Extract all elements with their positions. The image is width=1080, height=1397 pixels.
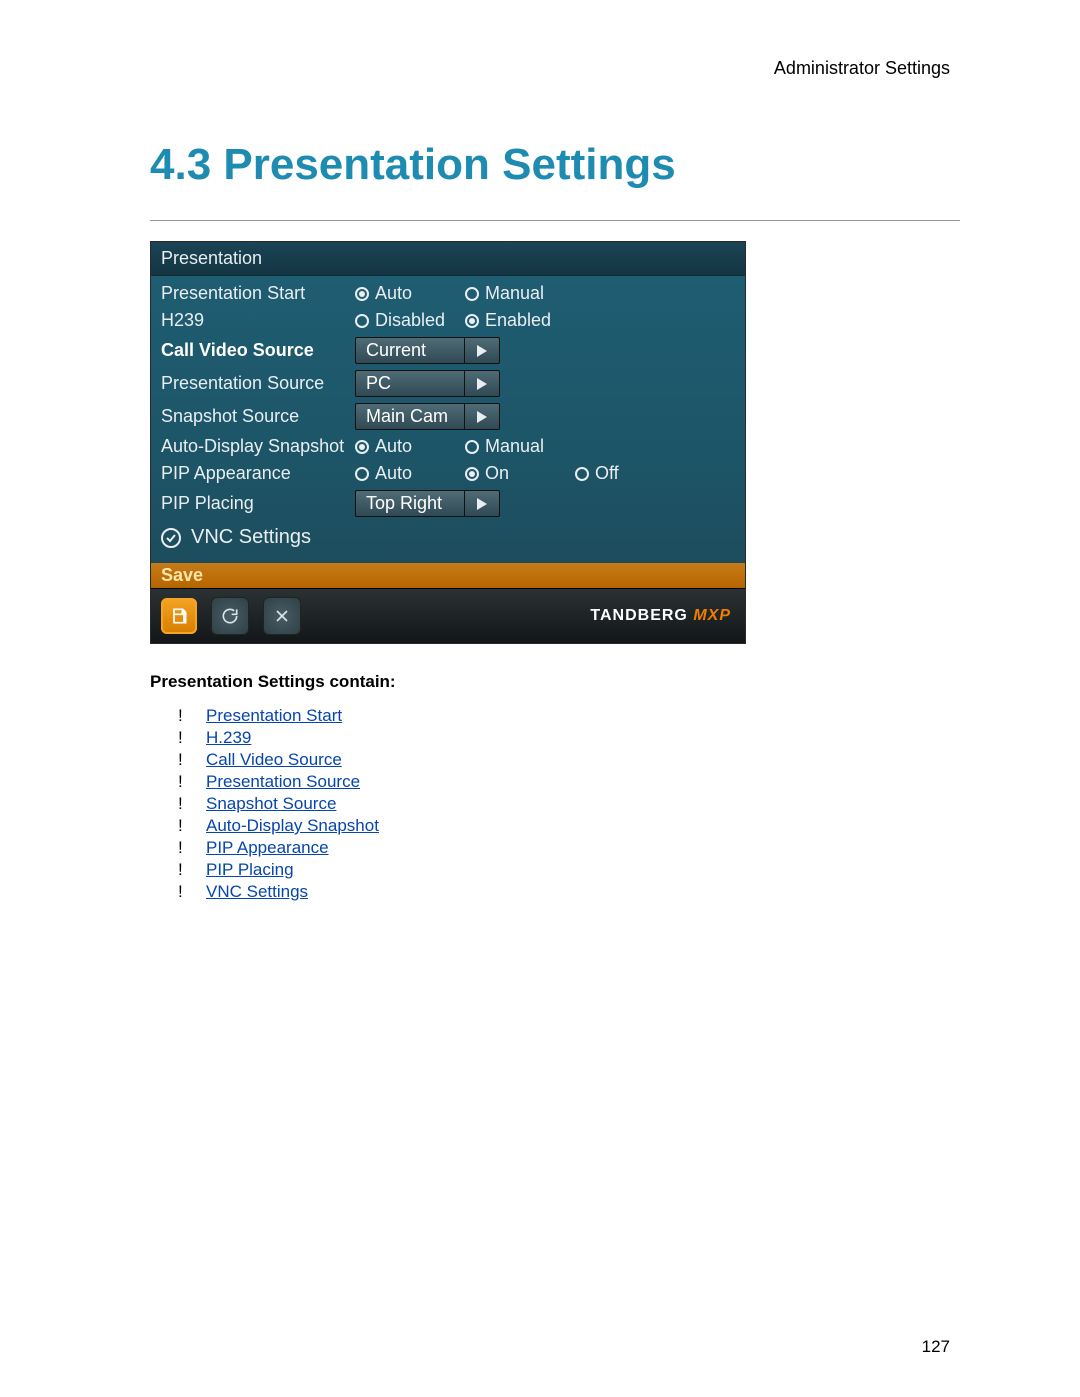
- row-auto-display-snapshot: Auto-Display Snapshot Auto Manual: [151, 433, 745, 460]
- device-screenshot: Presentation Presentation Start Auto Man…: [150, 241, 746, 644]
- section-heading: 4.3 Presentation Settings: [150, 140, 960, 190]
- dropdown-snapshot-source[interactable]: Main Cam: [355, 403, 500, 430]
- brand-logo: TANDBERG MXP: [590, 607, 731, 625]
- label-pip-placing: PIP Placing: [161, 493, 349, 514]
- radio-label: Enabled: [485, 310, 551, 331]
- label-call-video-source: Call Video Source: [161, 340, 349, 361]
- dropdown-pip-placing[interactable]: Top Right: [355, 490, 500, 517]
- save-button[interactable]: [161, 598, 197, 634]
- brand-suffix: MXP: [693, 607, 731, 624]
- row-snapshot-source: Snapshot Source Main Cam: [151, 400, 745, 433]
- row-pip-appearance: PIP Appearance Auto On Off: [151, 460, 745, 487]
- close-button[interactable]: [263, 597, 301, 635]
- chevron-right-icon: [464, 490, 500, 517]
- radio-icon: [355, 314, 369, 328]
- page-number: 127: [922, 1337, 950, 1357]
- list-item: !VNC Settings: [178, 882, 960, 902]
- list-item: !PIP Appearance: [178, 838, 960, 858]
- radio-label: Manual: [485, 283, 544, 304]
- link-auto-display-snapshot[interactable]: Auto-Display Snapshot: [206, 816, 379, 836]
- row-pip-placing: PIP Placing Top Right: [151, 487, 745, 520]
- brand-name: TANDBERG: [590, 607, 687, 624]
- device-toolbar: TANDBERG MXP: [151, 588, 745, 643]
- row-call-video-source: Call Video Source Current: [151, 334, 745, 367]
- chevron-right-icon: [464, 370, 500, 397]
- label-snapshot-source: Snapshot Source: [161, 406, 349, 427]
- radio-label: Auto: [375, 436, 412, 457]
- contains-list: !Presentation Start !H.239 !Call Video S…: [150, 706, 960, 902]
- list-item: !Auto-Display Snapshot: [178, 816, 960, 836]
- row-presentation-source: Presentation Source PC: [151, 367, 745, 400]
- radio-icon: [355, 287, 369, 301]
- refresh-button[interactable]: [211, 597, 249, 635]
- radio-label: Auto: [375, 463, 412, 484]
- label-presentation-source: Presentation Source: [161, 373, 349, 394]
- dropdown-value: Current: [355, 337, 464, 364]
- dropdown-call-video-source[interactable]: Current: [355, 337, 500, 364]
- row-presentation-start: Presentation Start Auto Manual: [151, 280, 745, 307]
- divider: [150, 220, 960, 221]
- radio-pip-appearance-auto[interactable]: Auto: [355, 463, 465, 484]
- label-h239: H239: [161, 310, 349, 331]
- list-item: !Presentation Source: [178, 772, 960, 792]
- radio-label: Manual: [485, 436, 544, 457]
- radio-icon: [355, 440, 369, 454]
- radio-label: Off: [595, 463, 619, 484]
- radio-icon: [355, 467, 369, 481]
- radio-icon: [465, 467, 479, 481]
- submenu-icon: [161, 528, 181, 548]
- radio-label: Disabled: [375, 310, 445, 331]
- link-pip-appearance[interactable]: PIP Appearance: [206, 838, 329, 858]
- list-item: !Presentation Start: [178, 706, 960, 726]
- list-item: !PIP Placing: [178, 860, 960, 880]
- radio-icon: [575, 467, 589, 481]
- radio-h239-enabled[interactable]: Enabled: [465, 310, 575, 331]
- dropdown-value: Top Right: [355, 490, 464, 517]
- radio-presentation-start-manual[interactable]: Manual: [465, 283, 575, 304]
- dropdown-value: PC: [355, 370, 464, 397]
- link-h239[interactable]: H.239: [206, 728, 251, 748]
- radio-pip-appearance-off[interactable]: Off: [575, 463, 665, 484]
- contains-heading: Presentation Settings contain:: [150, 672, 960, 692]
- radio-pip-appearance-on[interactable]: On: [465, 463, 575, 484]
- radio-auto-display-manual[interactable]: Manual: [465, 436, 575, 457]
- label-auto-display-snapshot: Auto-Display Snapshot: [161, 436, 349, 457]
- radio-icon: [465, 440, 479, 454]
- row-h239: H239 Disabled Enabled: [151, 307, 745, 334]
- link-vnc-settings[interactable]: VNC Settings: [206, 882, 308, 902]
- radio-h239-disabled[interactable]: Disabled: [355, 310, 465, 331]
- chevron-right-icon: [464, 403, 500, 430]
- dropdown-presentation-source[interactable]: PC: [355, 370, 500, 397]
- device-title: Presentation: [151, 242, 745, 276]
- radio-icon: [465, 287, 479, 301]
- list-item: !Snapshot Source: [178, 794, 960, 814]
- radio-label: On: [485, 463, 509, 484]
- link-pip-placing[interactable]: PIP Placing: [206, 860, 294, 880]
- list-item: !H.239: [178, 728, 960, 748]
- label-pip-appearance: PIP Appearance: [161, 463, 349, 484]
- row-vnc-settings[interactable]: VNC Settings: [151, 520, 745, 557]
- link-presentation-start[interactable]: Presentation Start: [206, 706, 342, 726]
- link-snapshot-source[interactable]: Snapshot Source: [206, 794, 336, 814]
- link-presentation-source[interactable]: Presentation Source: [206, 772, 360, 792]
- chevron-right-icon: [464, 337, 500, 364]
- save-strip: Save: [151, 563, 745, 588]
- dropdown-value: Main Cam: [355, 403, 464, 430]
- radio-icon: [465, 314, 479, 328]
- page-header: Administrator Settings: [774, 58, 950, 79]
- radio-presentation-start-auto[interactable]: Auto: [355, 283, 465, 304]
- link-call-video-source[interactable]: Call Video Source: [206, 750, 342, 770]
- radio-label: Auto: [375, 283, 412, 304]
- label-vnc-settings: VNC Settings: [191, 526, 311, 549]
- list-item: !Call Video Source: [178, 750, 960, 770]
- radio-auto-display-auto[interactable]: Auto: [355, 436, 465, 457]
- label-presentation-start: Presentation Start: [161, 283, 349, 304]
